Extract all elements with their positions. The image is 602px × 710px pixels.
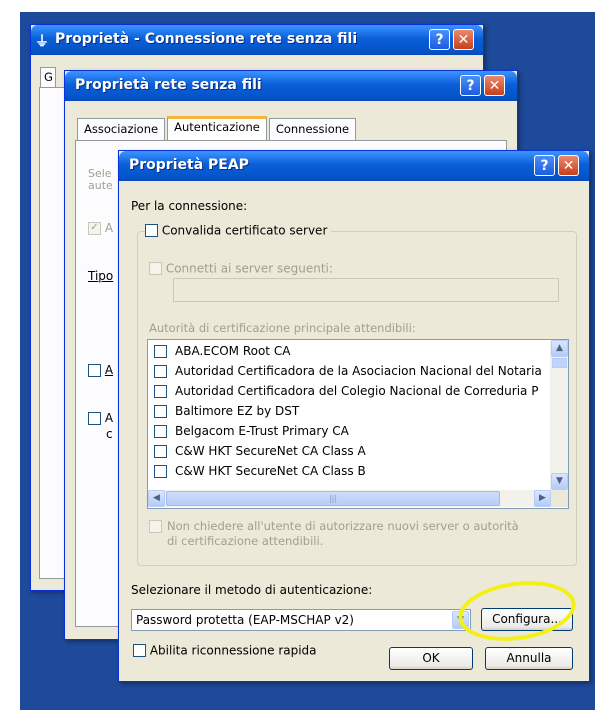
connect-servers-label: Connetti ai server seguenti:: [165, 261, 333, 276]
list-item[interactable]: ABA.ECOM Root CA: [154, 344, 290, 364]
no-prompt-label-line-1: Non chiedere all'utente di autorizzare n…: [167, 519, 519, 533]
connection-properties-titlebar[interactable]: ⏚ Proprietà - Connessione rete senza fil…: [31, 25, 483, 55]
connection-properties-title: Proprietà - Connessione rete senza fili: [55, 31, 358, 47]
validate-cert-label: Convalida certificato server: [161, 223, 328, 238]
server-names-input[interactable]: [173, 278, 559, 302]
close-button[interactable]: ✕: [558, 155, 579, 176]
horizontal-scroll-thumb[interactable]: |||: [166, 491, 500, 506]
ca-name: Autoridad Certificadora de la Asociacion…: [175, 364, 542, 378]
scroll-right-arrow-icon[interactable]: ▶: [534, 490, 551, 507]
help-button[interactable]: ?: [534, 155, 555, 176]
ca-checkbox[interactable]: [154, 445, 167, 458]
enable-ieee-checkbox[interactable]: ✓: [88, 222, 101, 235]
fast-reconnect-checkbox[interactable]: [133, 644, 146, 657]
ca-name: Autoridad Certificadora del Colegio Naci…: [175, 384, 539, 398]
cancel-button[interactable]: Annulla: [485, 647, 573, 670]
auth-computer-label: A: [104, 363, 114, 377]
tab-connection[interactable]: Connessione: [268, 118, 357, 140]
no-prompt-label-line-2: di certificazione attendibili.: [167, 534, 324, 548]
ca-name: Belgacom E-Trust Primary CA: [175, 424, 349, 438]
scroll-up-arrow-icon[interactable]: ▲: [551, 340, 568, 357]
list-item[interactable]: Baltimore EZ by DST: [154, 404, 299, 424]
scroll-left-arrow-icon[interactable]: ◀: [148, 490, 165, 507]
list-item[interactable]: C&W HKT SecureNet CA Class A: [154, 444, 366, 464]
tab-association[interactable]: Associazione: [77, 118, 166, 140]
validate-cert-checkbox[interactable]: [145, 224, 158, 237]
connect-servers-checkbox[interactable]: [149, 262, 162, 275]
list-item[interactable]: C&W HKT SecureNet CA Class B: [154, 464, 366, 484]
enable-ieee-checkbox-row[interactable]: ✓ A: [88, 221, 113, 235]
auth-method-select[interactable]: Password protetta (EAP-MSCHAP v2) ▼: [131, 609, 471, 631]
tab-general-label: G: [44, 70, 53, 84]
validate-cert-checkbox-row[interactable]: Convalida certificato server: [145, 223, 332, 238]
description-line-2: aute: [88, 179, 113, 192]
list-item[interactable]: Autoridad Certificadora de la Asociacion…: [154, 364, 542, 384]
auth-method-value: Password protetta (EAP-MSCHAP v2): [136, 613, 354, 627]
auth-guest-checkbox-row[interactable]: A: [88, 411, 113, 425]
vertical-scrollbar[interactable]: ▲ ▼: [550, 340, 568, 490]
ca-name: C&W HKT SecureNet CA Class A: [175, 444, 366, 458]
peap-titlebar[interactable]: Proprietà PEAP ? ✕: [119, 151, 589, 181]
auth-method-label: Selezionare il metodo di autenticazione:: [131, 583, 373, 597]
auth-guest-checkbox[interactable]: [88, 412, 101, 425]
ca-checkbox[interactable]: [154, 385, 167, 398]
desktop: ⏚ Proprietà - Connessione rete senza fil…: [0, 0, 602, 710]
for-connection-label: Per la connessione:: [131, 199, 248, 213]
help-button[interactable]: ?: [429, 29, 450, 50]
help-button[interactable]: ?: [460, 75, 481, 96]
auth-computer-checkbox[interactable]: [88, 364, 101, 377]
eap-type-label: Tipo: [88, 269, 114, 283]
auth-guest-label-line-2: c: [106, 427, 113, 441]
no-prompt-checkbox[interactable]: [149, 520, 162, 533]
ca-checkbox[interactable]: [154, 425, 167, 438]
fast-reconnect-checkbox-row[interactable]: Abilita riconnessione rapida: [133, 643, 317, 658]
scroll-down-arrow-icon[interactable]: ▼: [551, 473, 568, 490]
wireless-properties-titlebar[interactable]: Proprietà rete senza fili ? ✕: [65, 71, 517, 101]
scrollbar-corner: [551, 490, 568, 507]
network-icon: ⏚: [35, 34, 49, 50]
horizontal-scrollbar[interactable]: ◀ ||| ▶: [148, 490, 551, 507]
close-button[interactable]: ✕: [453, 29, 474, 50]
auth-computer-checkbox-row[interactable]: A: [88, 363, 113, 377]
ca-checkbox[interactable]: [154, 465, 167, 478]
peap-title: Proprietà PEAP: [129, 157, 249, 173]
ca-checkbox[interactable]: [154, 365, 167, 378]
trusted-root-label: Autorità di certificazione principale at…: [149, 321, 416, 335]
description-text: Sele aute: [88, 168, 113, 192]
list-item[interactable]: Autoridad Certificadora del Colegio Naci…: [154, 384, 538, 404]
tab-authentication[interactable]: Autenticazione: [167, 116, 267, 141]
ca-name: ABA.ECOM Root CA: [175, 344, 291, 358]
fast-reconnect-label: Abilita riconnessione rapida: [149, 643, 317, 658]
scroll-grip-icon: |||: [328, 494, 338, 503]
ca-listbox[interactable]: ABA.ECOM Root CA Autoridad Certificadora…: [147, 339, 569, 509]
no-prompt-label: Non chiedere all'utente di autorizzare n…: [167, 519, 519, 549]
ok-button[interactable]: OK: [389, 647, 473, 670]
auth-guest-label: A: [104, 411, 114, 425]
ca-checkbox[interactable]: [154, 405, 167, 418]
connect-servers-checkbox-row[interactable]: Connetti ai server seguenti:: [149, 261, 333, 276]
list-item[interactable]: Belgacom E-Trust Primary CA: [154, 424, 349, 444]
close-button[interactable]: ✕: [484, 75, 505, 96]
vertical-scroll-thumb[interactable]: [552, 358, 567, 368]
ca-name: Baltimore EZ by DST: [175, 404, 300, 418]
ca-checkbox[interactable]: [154, 345, 167, 358]
enable-ieee-label: A: [104, 221, 114, 235]
wireless-properties-title: Proprietà rete senza fili: [75, 77, 262, 93]
ca-name: C&W HKT SecureNet CA Class B: [175, 464, 366, 478]
tab-general[interactable]: G: [40, 67, 56, 88]
